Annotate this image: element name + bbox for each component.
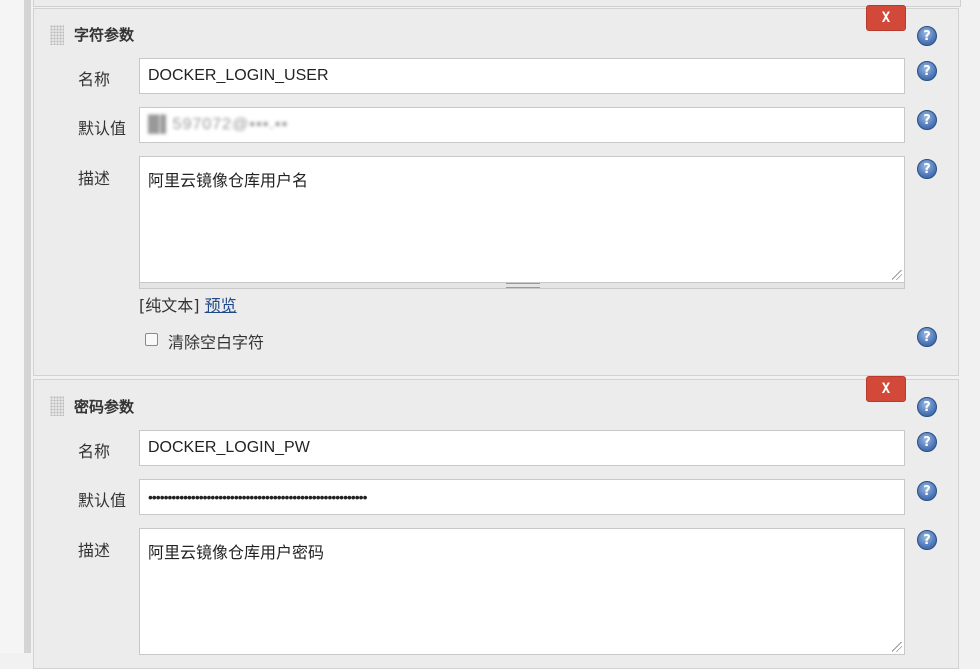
default-value-input[interactable]: █▌597072@▪▪▪.▪▪ <box>139 107 905 143</box>
help-icon[interactable]: ? <box>917 397 937 417</box>
password-dots: ••••••••••••••••••••••••••••••••••••••••… <box>148 489 367 505</box>
textarea-resize-grip[interactable] <box>139 283 905 289</box>
previous-block-edge <box>33 0 961 7</box>
resize-corner-icon[interactable] <box>892 270 902 280</box>
help-icon[interactable]: ? <box>917 110 937 130</box>
description-text: 阿里云镜像仓库用户名 <box>148 171 309 190</box>
section-title: 字符参数 <box>74 26 135 44</box>
help-icon[interactable]: ? <box>917 432 937 452</box>
help-icon[interactable]: ? <box>917 26 937 46</box>
help-icon[interactable]: ? <box>917 530 937 550</box>
name-label: 名称 <box>78 70 111 89</box>
markup-formatter: [纯文本] 预览 <box>139 292 237 316</box>
description-textarea[interactable]: 阿里云镜像仓库用户密码 <box>139 528 905 655</box>
plain-text-label: [纯文本] <box>139 296 200 315</box>
name-input[interactable]: DOCKER_LOGIN_PW <box>139 430 905 466</box>
delete-button[interactable]: X <box>866 376 906 402</box>
drag-handle-icon[interactable] <box>50 396 64 416</box>
left-divider <box>24 0 31 653</box>
trim-checkbox[interactable] <box>145 333 158 346</box>
default-value-label: 默认值 <box>78 491 127 510</box>
redacted-value: █▌597072@▪▪▪.▪▪ <box>148 116 289 133</box>
description-label: 描述 <box>78 541 111 560</box>
name-label: 名称 <box>78 442 111 461</box>
help-icon[interactable]: ? <box>917 159 937 179</box>
help-icon[interactable]: ? <box>917 327 937 347</box>
description-text: 阿里云镜像仓库用户密码 <box>148 543 325 562</box>
preview-link[interactable]: 预览 <box>205 296 237 315</box>
string-parameter-block: 字符参数 X ? 名称 DOCKER_LOGIN_USER ? 默认值 █▌59… <box>33 5 959 376</box>
password-input[interactable]: ••••••••••••••••••••••••••••••••••••••••… <box>139 479 905 515</box>
default-value-label: 默认值 <box>78 119 127 138</box>
help-icon[interactable]: ? <box>917 481 937 501</box>
description-label: 描述 <box>78 169 111 188</box>
trim-label: 清除空白字符 <box>168 333 265 352</box>
name-input[interactable]: DOCKER_LOGIN_USER <box>139 58 905 94</box>
section-title: 密码参数 <box>74 398 135 416</box>
help-icon[interactable]: ? <box>917 61 937 81</box>
grip-lines-icon <box>506 283 540 288</box>
resize-corner-icon[interactable] <box>892 642 902 652</box>
password-parameter-block: 密码参数 X ? 名称 DOCKER_LOGIN_PW ? 默认值 ••••••… <box>33 376 959 669</box>
delete-button[interactable]: X <box>866 5 906 31</box>
left-margin <box>0 0 24 653</box>
description-textarea[interactable]: 阿里云镜像仓库用户名 <box>139 156 905 283</box>
drag-handle-icon[interactable] <box>50 25 64 45</box>
